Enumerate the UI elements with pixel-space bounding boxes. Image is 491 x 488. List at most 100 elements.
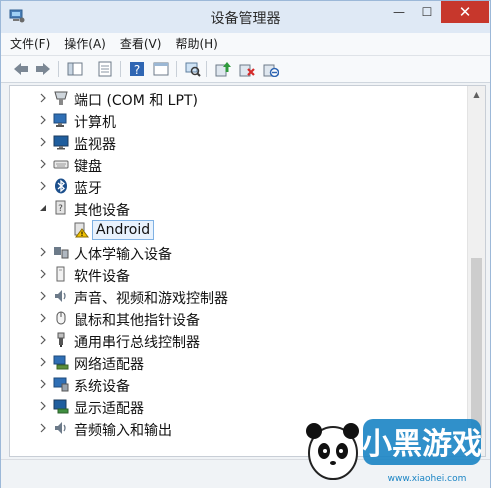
tree-item-ports[interactable]: 端口 (COM 和 LPT) — [10, 87, 465, 109]
svg-text:?: ? — [58, 204, 63, 214]
toolbar-separator — [58, 61, 59, 77]
tree-item-label: 端口 (COM 和 LPT) — [74, 93, 198, 109]
sheet-icon — [98, 61, 112, 77]
tree-item-label: 声音、视频和游戏控制器 — [74, 291, 228, 307]
properties-panel-icon — [67, 62, 83, 76]
scan-hardware-button[interactable] — [183, 59, 203, 79]
tree-item-label: 人体学输入设备 — [74, 247, 172, 263]
view-icon — [153, 62, 169, 76]
chevron-right-icon[interactable] — [38, 423, 48, 433]
tree-item-label: 蓝牙 — [74, 181, 102, 197]
chevron-right-icon[interactable] — [38, 335, 48, 345]
bluetooth-icon — [55, 178, 67, 194]
chevron-right-icon[interactable] — [38, 159, 48, 169]
chevron-right-icon[interactable] — [38, 401, 48, 411]
vertical-scrollbar[interactable]: ▲ ▼ — [467, 86, 485, 456]
toolbar-separator — [120, 61, 121, 77]
help-button[interactable]: ? — [127, 59, 147, 79]
update-driver-button[interactable] — [213, 59, 233, 79]
svg-text:小黑游戏: 小黑游戏 — [362, 427, 482, 462]
chevron-down-icon[interactable] — [38, 203, 48, 213]
chevron-right-icon[interactable] — [38, 115, 48, 125]
uninstall-button[interactable] — [237, 59, 257, 79]
tree-item-label: 键盘 — [74, 159, 102, 175]
chevron-right-icon[interactable] — [38, 291, 48, 301]
tree-item-system-devices[interactable]: 系统设备 — [10, 373, 465, 395]
menu-view[interactable]: 查看(V) — [115, 33, 167, 55]
usb-icon — [57, 332, 65, 347]
tree-item-sound-video-game[interactable]: 声音、视频和游戏控制器 — [10, 285, 465, 307]
xiaohei-watermark-logo: 小黑游戏 www.xiaohei.com — [306, 419, 482, 484]
title-bar[interactable]: 设备管理器 — ☐ ✕ — [1, 1, 490, 33]
tree-item-keyboards[interactable]: 键盘 — [10, 153, 465, 175]
tree-item-hid[interactable]: 人体学输入设备 — [10, 241, 465, 263]
device-tree-view[interactable]: 端口 (COM 和 LPT) 计算机 监视器 键盘 蓝牙 ? 其他设备 Andr… — [9, 85, 486, 457]
close-button[interactable]: ✕ — [441, 1, 489, 23]
chevron-right-icon[interactable] — [38, 181, 48, 191]
scan-hardware-icon — [185, 62, 201, 77]
back-button[interactable] — [11, 59, 31, 79]
tree-item-label: Android — [92, 220, 155, 240]
forward-icon — [36, 63, 50, 75]
menu-bar: 文件(F) 操作(A) 查看(V) 帮助(H) — [1, 33, 490, 56]
toolbar: ? — [1, 56, 490, 83]
other-devices-icon: ? — [55, 200, 66, 215]
menu-file[interactable]: 文件(F) — [5, 33, 55, 55]
monitor-icon — [53, 135, 69, 150]
software-device-icon — [56, 266, 65, 282]
disable-button[interactable] — [261, 59, 281, 79]
tree-item-label: 显示适配器 — [74, 401, 144, 417]
mouse-icon — [56, 311, 66, 325]
chevron-right-icon[interactable] — [38, 247, 48, 257]
computer-icon — [53, 113, 67, 127]
menu-help[interactable]: 帮助(H) — [170, 33, 222, 55]
chevron-right-icon[interactable] — [38, 379, 48, 389]
tree-item-label: 网络适配器 — [74, 357, 144, 373]
update-driver-icon — [215, 62, 231, 77]
back-icon — [14, 63, 28, 75]
chevron-right-icon[interactable] — [38, 357, 48, 367]
tree-item-label: 软件设备 — [74, 269, 130, 285]
tree-item-mice[interactable]: 鼠标和其他指针设备 — [10, 307, 465, 329]
menu-action[interactable]: 操作(A) — [59, 33, 111, 55]
chevron-right-icon[interactable] — [38, 313, 48, 323]
tree-item-label: 通用串行总线控制器 — [74, 335, 200, 351]
tree-item-usb-controllers[interactable]: 通用串行总线控制器 — [10, 329, 465, 351]
tree-item-computer[interactable]: 计算机 — [10, 109, 465, 131]
forward-button[interactable] — [33, 59, 53, 79]
tree-item-label: 计算机 — [74, 115, 116, 131]
tree-item-monitors[interactable]: 监视器 — [10, 131, 465, 153]
disable-icon — [263, 64, 279, 77]
view-button[interactable] — [151, 59, 171, 79]
chevron-right-icon[interactable] — [38, 137, 48, 147]
chevron-right-icon[interactable] — [38, 93, 48, 103]
tree-item-other-devices[interactable]: ? 其他设备 — [10, 197, 465, 219]
svg-text:www.xiaohei.com: www.xiaohei.com — [388, 474, 467, 484]
port-icon — [54, 91, 68, 105]
properties-panel-button[interactable] — [65, 59, 85, 79]
svg-text:?: ? — [134, 63, 140, 77]
speaker-icon — [55, 290, 66, 302]
tree-item-software-devices[interactable]: 软件设备 — [10, 263, 465, 285]
chevron-right-icon[interactable] — [38, 269, 48, 279]
hid-icon — [54, 247, 69, 259]
uninstall-icon — [239, 64, 255, 77]
warning-device-icon — [74, 222, 89, 238]
system-device-icon — [53, 377, 69, 392]
tree-item-android[interactable]: Android — [10, 219, 465, 241]
tree-item-bluetooth[interactable]: 蓝牙 — [10, 175, 465, 197]
maximize-button[interactable]: ☐ — [413, 1, 441, 23]
sheet-button[interactable] — [95, 59, 115, 79]
tree-item-label: 音频输入和输出 — [74, 423, 172, 439]
audio-io-icon — [55, 422, 66, 434]
toolbar-separator — [176, 61, 177, 77]
network-icon — [53, 355, 69, 370]
tree-item-network-adapters[interactable]: 网络适配器 — [10, 351, 465, 373]
tree-item-label: 鼠标和其他指针设备 — [74, 313, 200, 329]
tree-item-label: 其他设备 — [74, 203, 130, 219]
tree-item-label: 系统设备 — [74, 379, 130, 395]
scroll-up-arrow-icon[interactable]: ▲ — [468, 86, 485, 103]
display-adapter-icon — [53, 399, 69, 414]
toolbar-separator — [206, 61, 207, 77]
minimize-button[interactable]: — — [385, 1, 413, 23]
